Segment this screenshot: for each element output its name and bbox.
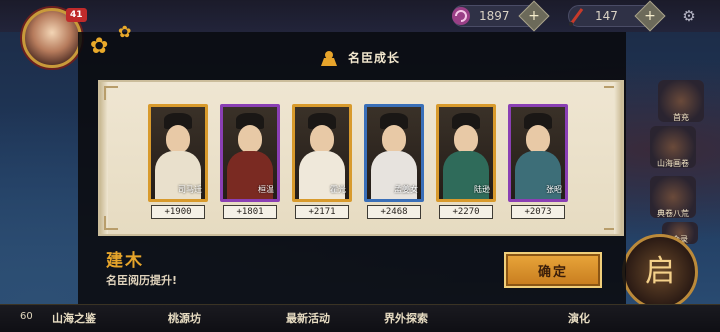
panel-corner	[604, 216, 618, 230]
character-name: 建木	[106, 251, 144, 271]
hero-face	[310, 125, 334, 153]
start-circle-button[interactable]: 启	[622, 234, 698, 310]
hero-portrait: 陆逊	[439, 107, 493, 199]
nav-item-shanhai[interactable]: 山海之鉴	[52, 309, 96, 329]
nav-item-taoyuan[interactable]: 桃源坊	[168, 309, 201, 329]
hero-gain-tag: +1900	[151, 205, 205, 219]
currency-gem: 1897 +	[449, 0, 550, 32]
hero-gain-tag: +2171	[295, 205, 349, 219]
bottom-nav: 60 山海之鉴 桃源坊 最新活动 界外探索 演化	[0, 304, 720, 332]
nav-item-events[interactable]: 最新活动	[286, 309, 330, 329]
swirl-gem-icon	[449, 4, 473, 28]
right-menu-label: 典卷八荒	[657, 209, 689, 218]
nav-item-explore[interactable]: 界外探索	[384, 309, 428, 329]
modal-title: 名臣成长	[348, 51, 401, 65]
hero-name: 桓温	[258, 185, 274, 194]
hero-portrait: 桓温	[223, 107, 277, 199]
hero-name: 司马迁	[178, 185, 202, 194]
bottom-nav-count: 60	[20, 311, 33, 322]
character-description: 名臣阅历提升!	[106, 274, 178, 287]
hero-portrait: 孟姜女	[367, 107, 421, 199]
confirm-button[interactable]: 确定	[504, 252, 602, 288]
hero-portrait: 司马迁	[151, 107, 205, 199]
currency-brush-value: 147	[595, 9, 618, 23]
start-circle-glyph: 启	[645, 254, 675, 289]
hero-portrait: 张昭	[511, 107, 565, 199]
hero-name: 孟姜女	[394, 185, 418, 194]
right-menu-scroll[interactable]: 山海画卷	[650, 126, 696, 168]
hero-gain-tag: +2073	[511, 205, 565, 219]
hero-name: 霍光	[330, 185, 346, 194]
hero-card[interactable]: 张昭	[508, 104, 568, 202]
level-badge: 41	[66, 8, 87, 22]
hero-portrait: 霍光	[295, 107, 349, 199]
right-menu-label: 山海画卷	[657, 159, 689, 168]
currency-brush: 147 +	[565, 0, 666, 32]
hero-card[interactable]: 陆逊	[436, 104, 496, 202]
right-menu-classic[interactable]: 典卷八荒	[650, 176, 696, 218]
modal-header: 名臣成长	[78, 44, 626, 72]
nav-item-evolve[interactable]: 演化	[568, 309, 590, 329]
panel-corner	[604, 86, 618, 100]
hero-card[interactable]: 霍光	[292, 104, 352, 202]
hero-gain-tag: +2468	[367, 205, 421, 219]
hero-card[interactable]: 孟姜女	[364, 104, 424, 202]
panel-corner	[104, 86, 118, 100]
hero-card[interactable]: 司马迁	[148, 104, 208, 202]
flower-decoration-icon: ✿	[118, 22, 132, 41]
minister-hat-icon	[318, 48, 340, 70]
settings-gear-icon[interactable]: ⚙	[678, 5, 700, 27]
hero-face	[454, 125, 478, 153]
right-menu-first-charge[interactable]: 首充	[658, 80, 704, 122]
hero-gain-tag: +2270	[439, 205, 493, 219]
hero-card[interactable]: 桓温	[220, 104, 280, 202]
panel-corner	[104, 216, 118, 230]
hero-gain-tag: +1801	[223, 205, 277, 219]
currency-gem-value: 1897	[479, 9, 510, 23]
hero-face	[526, 125, 550, 153]
hero-face	[166, 125, 190, 153]
hero-face	[382, 125, 406, 153]
hero-face	[238, 125, 262, 153]
hero-name: 张昭	[546, 185, 562, 194]
hero-name: 陆逊	[474, 185, 490, 194]
confirm-button-label: 确定	[537, 264, 568, 280]
right-menu-label: 首充	[673, 113, 689, 122]
brush-icon	[565, 4, 589, 28]
